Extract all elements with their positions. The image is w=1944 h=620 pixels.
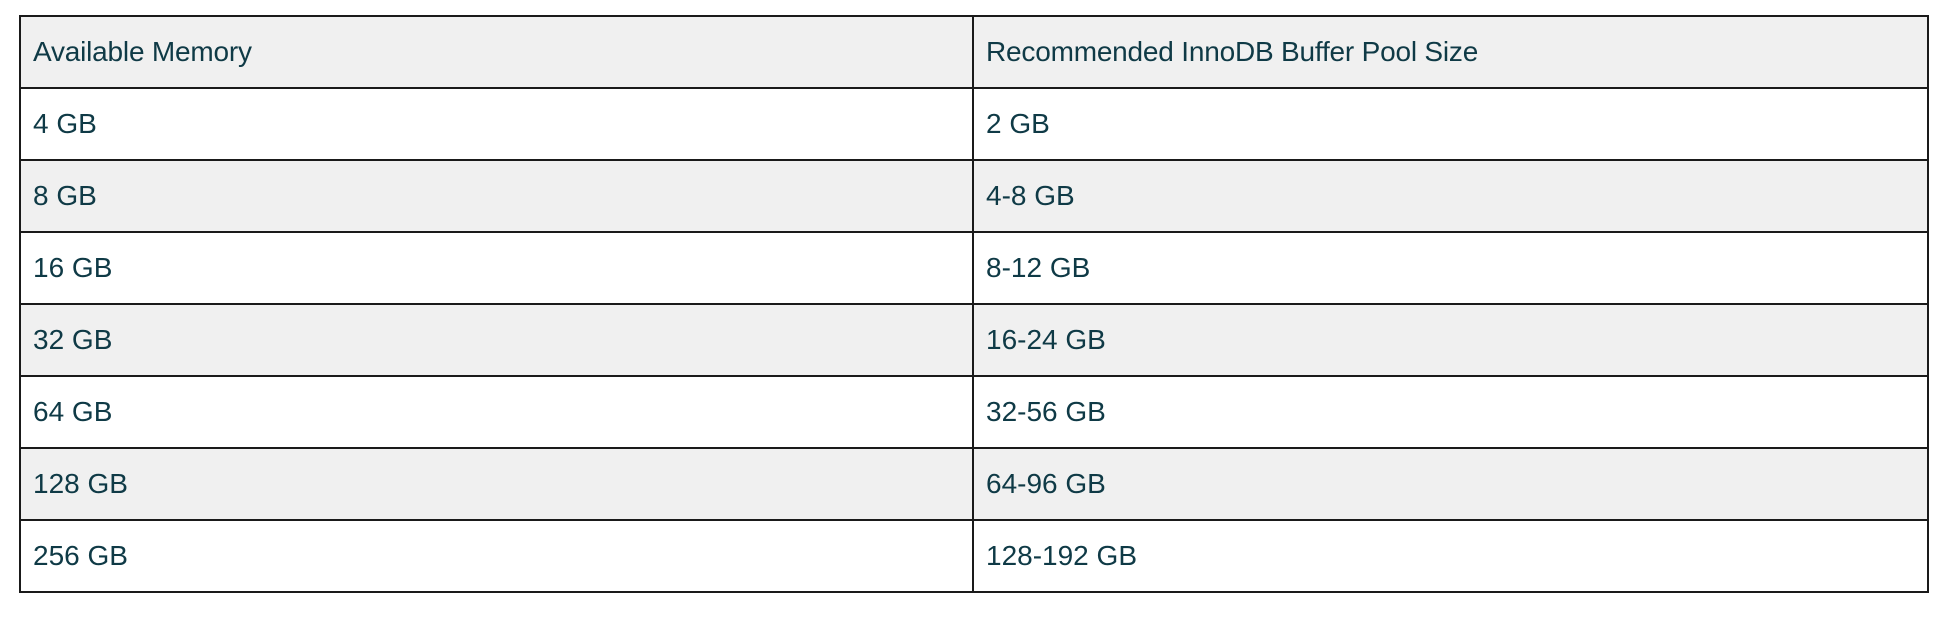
cell-recommended-size: 16-24 GB xyxy=(972,303,1929,377)
memory-table-container: Available Memory Recommended InnoDB Buff… xyxy=(19,15,1929,593)
cell-available-memory: 16 GB xyxy=(19,231,974,305)
table-body: 4 GB 2 GB 8 GB 4-8 GB 16 GB 8-12 GB 32 G… xyxy=(19,87,1929,593)
header-row: Available Memory Recommended InnoDB Buff… xyxy=(19,15,1929,89)
cell-recommended-size: 128-192 GB xyxy=(972,519,1929,593)
cell-available-memory: 128 GB xyxy=(19,447,974,521)
cell-available-memory: 4 GB xyxy=(19,87,974,161)
table-row: 4 GB 2 GB xyxy=(19,87,1929,161)
cell-available-memory: 256 GB xyxy=(19,519,974,593)
header-available-memory: Available Memory xyxy=(19,15,974,89)
cell-available-memory: 64 GB xyxy=(19,375,974,449)
cell-available-memory: 8 GB xyxy=(19,159,974,233)
cell-recommended-size: 32-56 GB xyxy=(972,375,1929,449)
table-row: 32 GB 16-24 GB xyxy=(19,303,1929,377)
cell-available-memory: 32 GB xyxy=(19,303,974,377)
cell-recommended-size: 4-8 GB xyxy=(972,159,1929,233)
cell-recommended-size: 64-96 GB xyxy=(972,447,1929,521)
table-header: Available Memory Recommended InnoDB Buff… xyxy=(19,15,1929,89)
table-row: 64 GB 32-56 GB xyxy=(19,375,1929,449)
table-row: 256 GB 128-192 GB xyxy=(19,519,1929,593)
cell-recommended-size: 2 GB xyxy=(972,87,1929,161)
table-row: 8 GB 4-8 GB xyxy=(19,159,1929,233)
buffer-pool-table: Available Memory Recommended InnoDB Buff… xyxy=(19,15,1929,593)
cell-recommended-size: 8-12 GB xyxy=(972,231,1929,305)
table-row: 128 GB 64-96 GB xyxy=(19,447,1929,521)
table-row: 16 GB 8-12 GB xyxy=(19,231,1929,305)
header-recommended-buffer-pool-size: Recommended InnoDB Buffer Pool Size xyxy=(972,15,1929,89)
